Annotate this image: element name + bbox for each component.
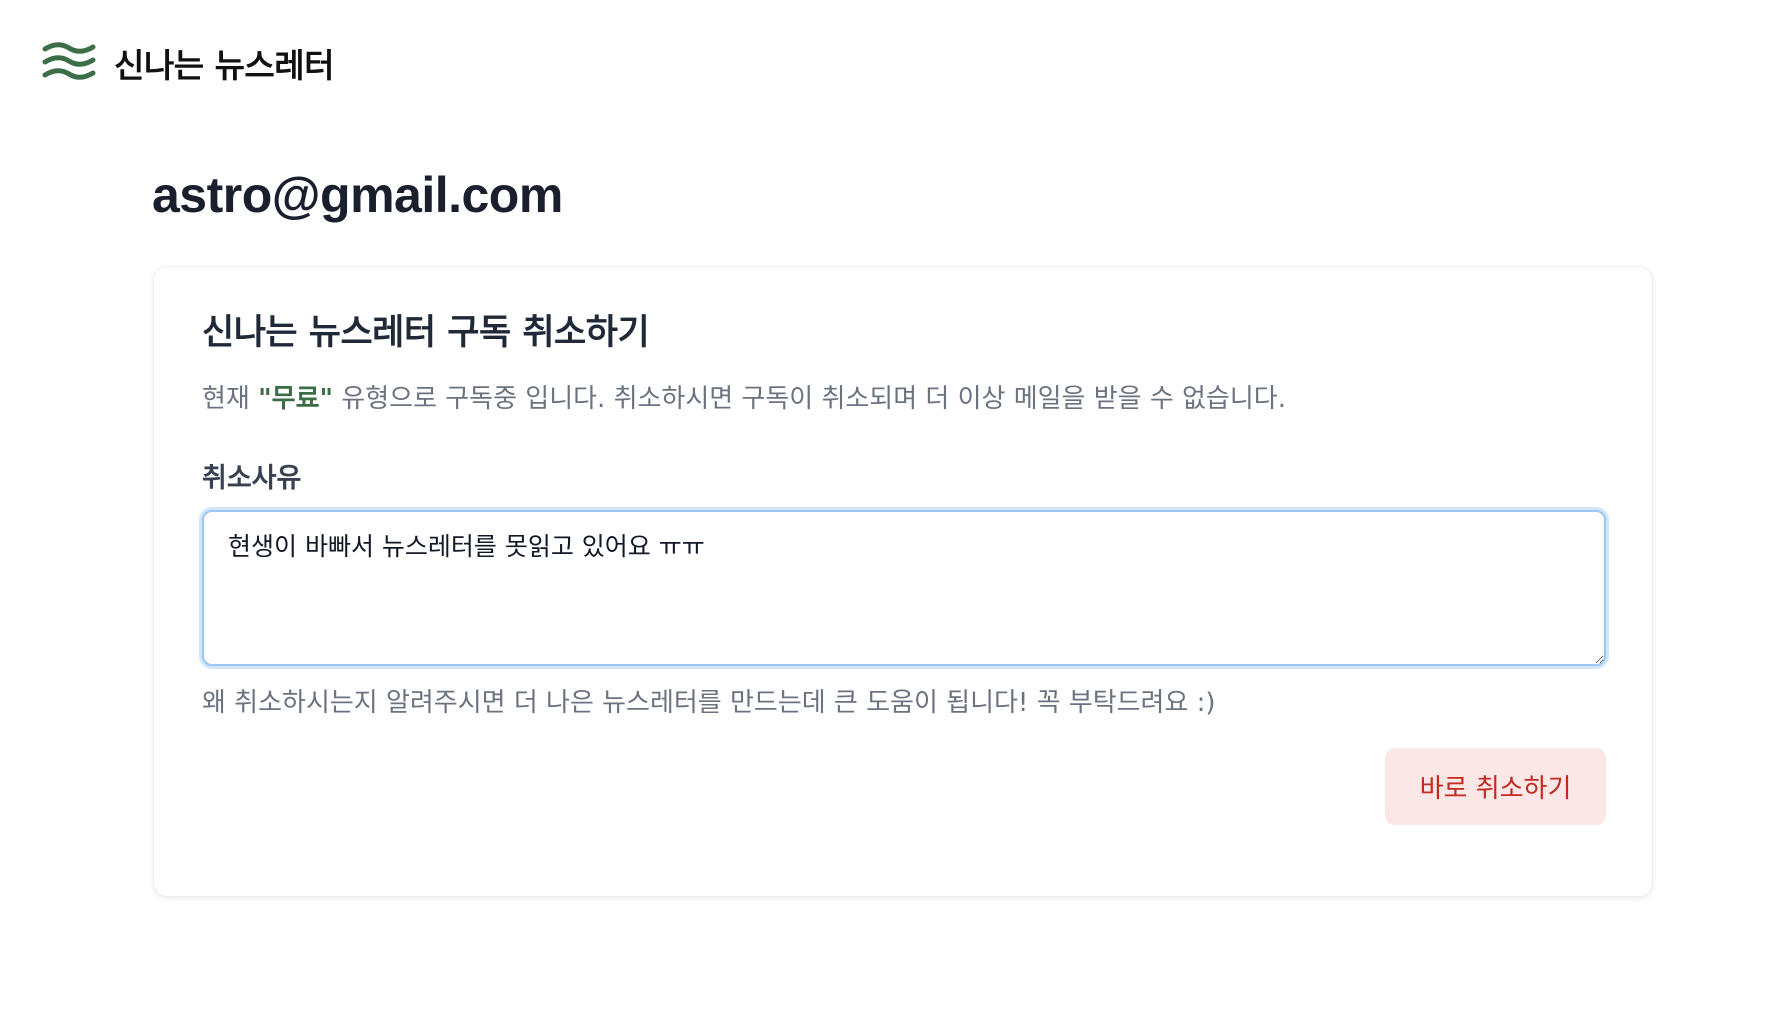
helper-text: 왜 취소하시는지 알려주시면 더 나은 뉴스레터를 만드는데 큰 도움이 됩니다… bbox=[202, 688, 1216, 718]
description-suffix: 유형으로 구독중 입니다. 취소하시면 구독이 취소되며 더 이상 메일을 받을… bbox=[333, 384, 1286, 414]
reason-textarea[interactable]: 현생이 바빠서 뉴스레터를 못읽고 있어요 ㅠㅠ bbox=[202, 510, 1606, 666]
description-prefix: 현재 bbox=[202, 384, 259, 414]
user-email: astro@gmail.com bbox=[152, 167, 563, 223]
plan-type: "무료" bbox=[258, 384, 334, 414]
brand-name[interactable]: 신나는 뉴스레터 bbox=[114, 39, 335, 87]
waves-icon[interactable] bbox=[42, 41, 96, 85]
unsubscribe-card: 신나는 뉴스레터 구독 취소하기 현재 "무료" 유형으로 구독중 입니다. 취… bbox=[153, 266, 1653, 897]
subscription-description: 현재 "무료" 유형으로 구독중 입니다. 취소하시면 구독이 취소되며 더 이… bbox=[202, 381, 1286, 417]
card-title: 신나는 뉴스레터 구독 취소하기 bbox=[202, 313, 650, 353]
reason-label: 취소사유 bbox=[202, 463, 302, 494]
cancel-subscription-button[interactable]: 바로 취소하기 bbox=[1385, 748, 1606, 825]
header: 신나는 뉴스레터 bbox=[42, 38, 335, 88]
